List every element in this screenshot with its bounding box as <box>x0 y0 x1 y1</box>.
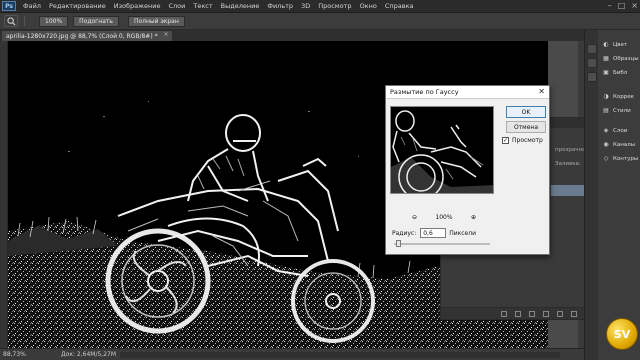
menu-file[interactable]: Файл <box>19 2 45 10</box>
fill-label: Заливка: <box>555 161 581 167</box>
preview-zoom-controls: ⊖ 100% ⊕ <box>412 213 476 222</box>
radius-slider-track[interactable] <box>394 240 490 247</box>
radius-row: Радиус: 0,6 Пиксели <box>392 227 476 239</box>
panel-libraries[interactable]: ▣ Библ <box>598 66 640 79</box>
color-icon: ◐ <box>603 41 609 48</box>
adjustments-icon: ◑ <box>603 93 609 100</box>
layers-icon: ◈ <box>603 127 609 134</box>
panel-paths[interactable]: ◇ Контуры <box>598 152 640 165</box>
maximize-icon[interactable]: □ <box>618 1 626 10</box>
menu-3d[interactable]: 3D <box>297 2 314 10</box>
status-doc-info: Док: 2,64М/5,27М <box>61 351 117 358</box>
new-group-icon[interactable] <box>557 311 563 317</box>
layer-mask-icon[interactable] <box>529 311 535 317</box>
menu-type[interactable]: Текст <box>189 2 216 10</box>
layer-style-icon[interactable] <box>515 311 521 317</box>
fit-screen-button[interactable]: Подогнать <box>73 15 119 27</box>
menu-bar: Ps Файл Редактирование Изображение Слои … <box>0 0 640 13</box>
app-logo: Ps <box>2 1 16 11</box>
preview-zoom-value: 100% <box>435 214 453 221</box>
styles-icon: ▤ <box>603 107 609 114</box>
dialog-title: Размытие по Гауссу <box>390 88 459 96</box>
preview-checkbox[interactable]: ✓ Просмотр <box>502 137 543 144</box>
menu-help[interactable]: Справка <box>381 2 418 10</box>
dialog-preview-image[interactable] <box>390 106 494 194</box>
channels-icon: ◉ <box>603 141 609 148</box>
zoom-100-button[interactable]: 100% <box>39 15 69 27</box>
menu-edit[interactable]: Редактирование <box>45 2 110 10</box>
panel-channels[interactable]: ◉ Каналы <box>598 138 640 151</box>
close-tab-icon[interactable]: × <box>164 31 169 38</box>
new-layer-icon[interactable] <box>571 311 577 317</box>
panel-adjustments[interactable]: ◑ Коррек <box>598 90 640 103</box>
panel-color[interactable]: ◐ Цвет <box>598 38 640 51</box>
preview-edge-image <box>391 107 493 193</box>
fill-screen-button[interactable]: Полный экран <box>127 15 185 27</box>
preview-checkbox-box[interactable]: ✓ <box>502 137 509 144</box>
options-separator <box>24 16 25 26</box>
document-tab[interactable]: aprilia-1280x720.jpg @ 88,7% (Слой 0, RG… <box>2 31 172 41</box>
info-panel-icon[interactable] <box>587 72 597 82</box>
channel-logo: SV <box>606 318 638 350</box>
status-bar: 88,73% Док: 2,64М/5,27М ▶ <box>0 348 584 360</box>
tools-panel[interactable] <box>0 41 8 348</box>
layers-panel-footer <box>441 307 599 319</box>
gaussian-blur-dialog: Размытие по Гауссу ✕ OK Отмена ✓ Просмот… <box>385 85 550 255</box>
panel-layers[interactable]: ◈ Слои <box>598 124 640 137</box>
document-tab-title: aprilia-1280x720.jpg @ 88,7% (Слой 0, RG… <box>6 32 158 40</box>
radius-label: Радиус: <box>392 229 417 237</box>
minimize-icon[interactable]: – <box>608 1 612 10</box>
zoom-out-icon[interactable]: ⊖ <box>412 214 417 221</box>
panel-styles[interactable]: ▤ Стили <box>598 104 640 117</box>
canvas-horizontal-scrollbar[interactable] <box>120 352 560 358</box>
properties-panel-icon[interactable] <box>587 58 597 68</box>
panel-icon-strip <box>584 30 598 360</box>
dialog-close-icon[interactable]: ✕ <box>538 87 545 96</box>
menu-view[interactable]: Просмотр <box>314 2 355 10</box>
menu-select[interactable]: Выделение <box>217 2 264 10</box>
radius-slider-thumb[interactable] <box>396 240 401 247</box>
radius-input[interactable]: 0,6 <box>420 228 447 238</box>
right-panel-dock: ◐ Цвет ▦ Образцы ▣ Библ ◑ Коррек ▤ Стили… <box>598 30 640 360</box>
menu-image[interactable]: Изображение <box>110 2 165 10</box>
menu-filter[interactable]: Фильтр <box>263 2 297 10</box>
adjustment-layer-icon[interactable] <box>543 311 549 317</box>
cancel-button[interactable]: Отмена <box>506 121 546 133</box>
history-panel-icon[interactable] <box>587 44 597 54</box>
dialog-title-bar[interactable]: Размытие по Гауссу ✕ <box>386 86 549 99</box>
options-bar: 100% Подогнать Полный экран <box>0 13 640 30</box>
preview-checkbox-label: Просмотр <box>512 137 543 144</box>
panel-swatches[interactable]: ▦ Образцы <box>598 52 640 65</box>
menu-window[interactable]: Окно <box>356 2 381 10</box>
paths-icon: ◇ <box>603 155 609 162</box>
close-icon[interactable]: × <box>631 1 638 10</box>
status-zoom[interactable]: 88,73% <box>3 351 31 358</box>
photoshop-window: Ps Файл Редактирование Изображение Слои … <box>0 0 640 360</box>
document-tab-bar: aprilia-1280x720.jpg @ 88,7% (Слой 0, RG… <box>0 30 584 41</box>
link-layers-icon[interactable] <box>501 311 507 317</box>
zoom-tool-icon[interactable] <box>4 15 18 27</box>
window-controls: – □ × <box>608 1 638 10</box>
libraries-icon: ▣ <box>603 69 609 76</box>
menu-layers[interactable]: Слои <box>164 2 189 10</box>
swatches-icon: ▦ <box>603 55 609 62</box>
zoom-in-icon[interactable]: ⊕ <box>471 214 476 221</box>
radius-unit-label: Пиксели <box>449 229 476 237</box>
ok-button[interactable]: OK <box>506 106 546 118</box>
